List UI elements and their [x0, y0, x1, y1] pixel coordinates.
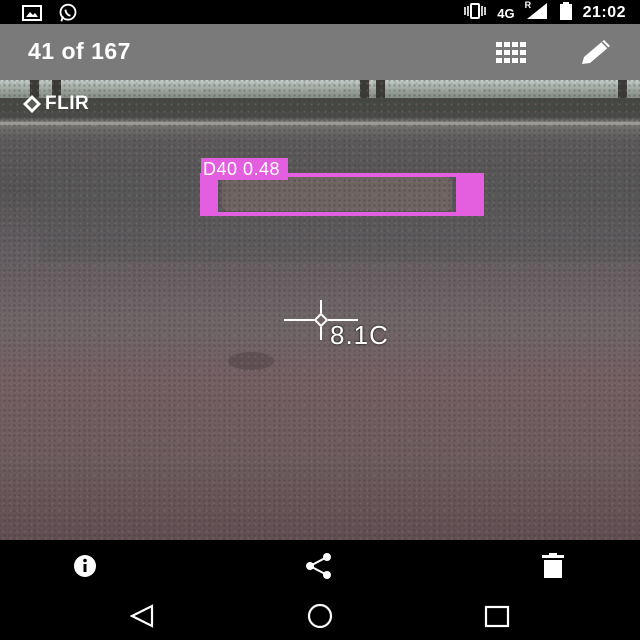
info-icon	[74, 555, 96, 577]
image-counter: 41 of 167	[28, 38, 131, 64]
system-navigation-bar	[0, 590, 640, 640]
network-type: 4G	[497, 5, 515, 21]
back-icon	[129, 604, 154, 628]
spot-temperature: 8.1C	[330, 320, 389, 350]
flir-brand-text: FLIR	[45, 93, 90, 114]
detection-label: D40 0.48	[201, 158, 289, 180]
clock: 21:02	[582, 4, 626, 21]
action-bar	[0, 540, 640, 590]
status-bar: 4G R 21:02	[0, 0, 640, 24]
thermal-photo[interactable]: FLIR D40 0.48 8.1C	[0, 80, 640, 540]
signal-icon: R	[524, 0, 549, 24]
flir-logo-icon	[23, 95, 41, 113]
edit-button[interactable]	[578, 38, 614, 68]
share-button[interactable]	[304, 552, 334, 580]
delete-button[interactable]	[538, 552, 568, 580]
recents-icon	[484, 605, 510, 628]
delete-icon	[542, 553, 564, 578]
grid-view-button[interactable]	[494, 40, 530, 66]
back-button[interactable]	[126, 602, 160, 630]
share-icon	[306, 553, 331, 579]
grid-icon	[496, 42, 526, 63]
battery-icon	[559, 2, 573, 24]
app-toolbar: 41 of 167	[0, 24, 640, 80]
recents-button[interactable]	[480, 602, 514, 630]
home-button[interactable]	[303, 602, 337, 630]
roaming-indicator: R	[524, 0, 532, 10]
vibrate-icon	[463, 3, 487, 23]
pencil-icon	[582, 40, 610, 64]
image-notification-icon	[22, 5, 42, 26]
info-button[interactable]	[70, 552, 100, 580]
flir-logo: FLIR	[22, 93, 89, 115]
home-icon	[307, 603, 333, 629]
